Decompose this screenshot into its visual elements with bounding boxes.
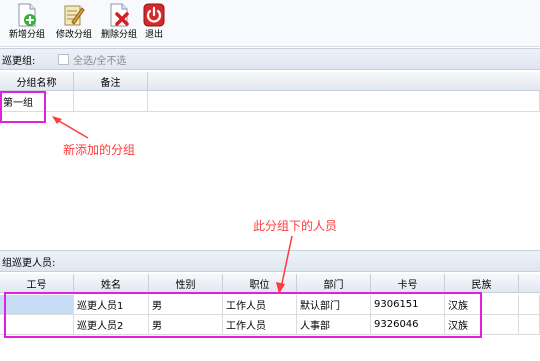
- table-row[interactable]: 第一组: [0, 91, 540, 112]
- delete-group-button[interactable]: 删除分组: [99, 2, 139, 44]
- group-note-cell[interactable]: [74, 91, 148, 112]
- group-grid-header: 分组名称 备注: [0, 72, 540, 91]
- new-group-annotation: 新添加的分组: [63, 143, 136, 157]
- select-all-toggle[interactable]: 全选/全不选: [58, 52, 126, 67]
- empty-cell: [519, 315, 540, 335]
- edit-group-label: 修改分组: [55, 30, 92, 40]
- select-all-checkbox[interactable]: [58, 54, 69, 65]
- members-highlight: [4, 292, 482, 338]
- patrol-group-title: 巡更组:: [2, 56, 36, 67]
- add-group-label: 新增分组: [8, 30, 45, 40]
- delete-group-label: 删除分组: [100, 30, 137, 40]
- col-group-name[interactable]: 分组名称: [0, 72, 74, 90]
- exit-button[interactable]: 退出: [142, 2, 166, 44]
- col-note[interactable]: 备注: [74, 72, 148, 90]
- members-annotation: 此分组下的人员: [253, 219, 338, 233]
- power-icon: [142, 2, 166, 28]
- new-group-highlight: [0, 91, 46, 123]
- new-group-arrow: [52, 116, 89, 139]
- edit-group-icon: [62, 2, 86, 28]
- empty-cell: [148, 91, 540, 112]
- delete-group-icon: [107, 2, 131, 28]
- exit-label: 退出: [144, 30, 163, 40]
- patrol-group-header: 巡更组: 全选/全不选: [0, 48, 540, 70]
- select-all-label: 全选/全不选: [73, 56, 127, 67]
- members-title: 组巡更人员:: [2, 258, 56, 269]
- col-ethnicity[interactable]: 民族: [445, 274, 519, 292]
- col-employee-id[interactable]: 工号: [0, 274, 74, 292]
- members-grid-header: 工号 姓名 性别 职位 部门 卡号 民族: [0, 274, 540, 293]
- members-header: 组巡更人员:: [0, 250, 540, 272]
- col-department[interactable]: 部门: [297, 274, 371, 292]
- add-group-icon: [15, 2, 39, 28]
- empty-cell: [519, 295, 540, 315]
- col-gender[interactable]: 性别: [149, 274, 223, 292]
- toolbar: 新增分组 修改分组 删除分组 退出: [0, 0, 540, 47]
- edit-group-button[interactable]: 修改分组: [54, 2, 94, 44]
- members-arrow: [276, 235, 293, 294]
- col-name[interactable]: 姓名: [74, 274, 149, 292]
- col-card-no[interactable]: 卡号: [371, 274, 445, 292]
- add-group-button[interactable]: 新增分组: [8, 2, 46, 44]
